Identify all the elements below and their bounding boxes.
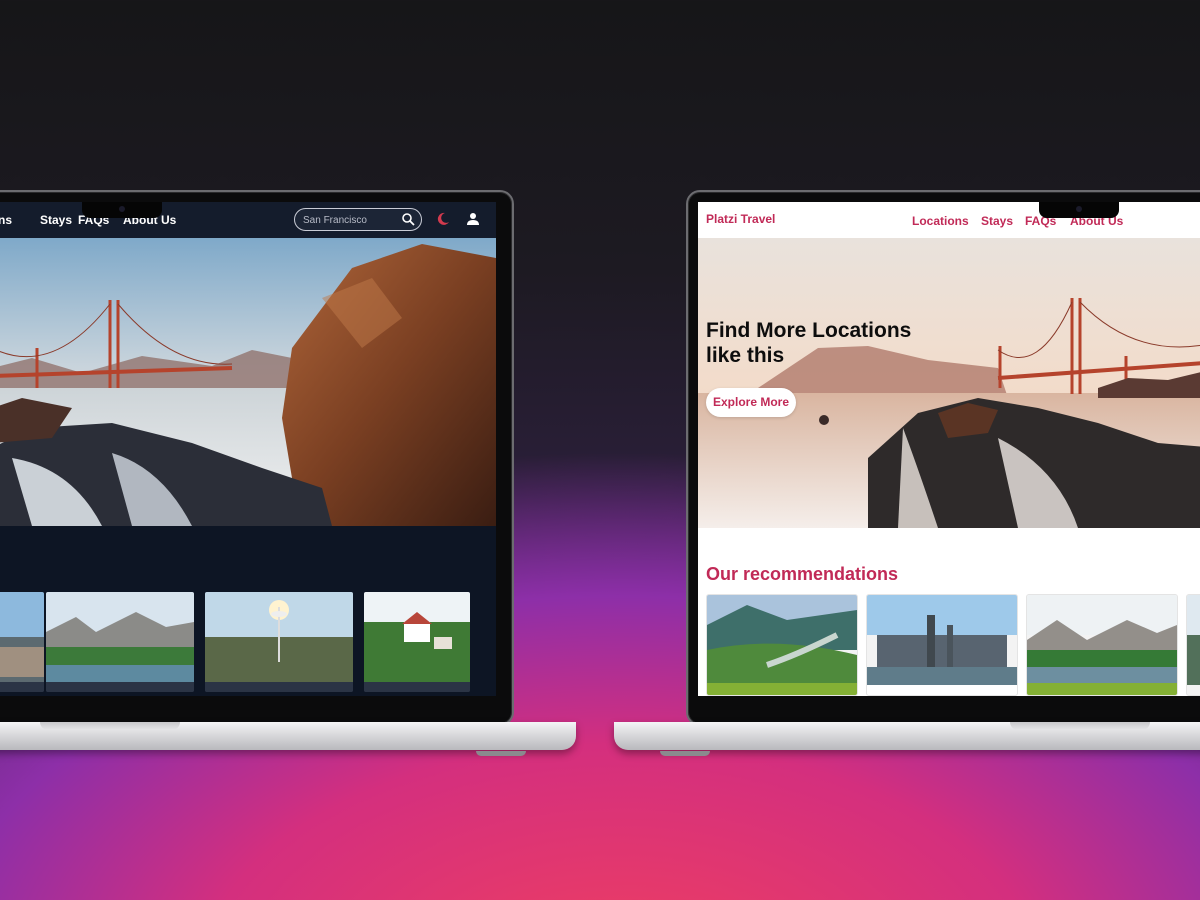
left-laptop-base (0, 722, 576, 756)
brand-logo[interactable]: Platzi Travel (706, 212, 775, 226)
recommendation-cards (706, 594, 1200, 696)
hero-image (698, 238, 1200, 528)
hero-title: Find More Locations like this (706, 318, 966, 368)
card-row (0, 592, 496, 694)
recommendation-card[interactable] (706, 594, 858, 696)
base-groove (40, 722, 180, 730)
right-laptop-base (614, 722, 1200, 756)
right-screen: Platzi Travel Locations Stays FAQs About… (698, 202, 1200, 696)
hero-image (0, 238, 496, 526)
search-input[interactable] (301, 211, 401, 229)
destination-card[interactable] (364, 592, 470, 692)
dark-navbar: ns Stays FAQs About Us (0, 202, 496, 238)
destination-card[interactable] (205, 592, 353, 692)
base-foot (476, 751, 526, 756)
moon-icon[interactable] (436, 212, 450, 226)
hero-section: Find More Locations like this Explore Mo… (698, 238, 1200, 528)
nav-link-locations[interactable]: ns (0, 213, 12, 227)
search-icon[interactable] (401, 212, 415, 226)
left-laptop: ns Stays FAQs About Us (0, 190, 590, 765)
explore-more-button[interactable]: Explore More (706, 388, 796, 417)
camera-notch (82, 202, 162, 218)
recommendations-title: Our recommendations (706, 564, 899, 584)
nav-link-locations[interactable]: Locations (912, 214, 969, 228)
destination-card[interactable] (46, 592, 194, 692)
recommendation-card[interactable] (866, 594, 1018, 696)
left-screen: ns Stays FAQs About Us (0, 202, 496, 696)
right-laptop: Platzi Travel Locations Stays FAQs About… (614, 190, 1200, 765)
hero-title-line-1: Find More Locations (706, 319, 912, 342)
hero-title-line-2: like this (706, 344, 785, 367)
base-groove (1010, 722, 1150, 730)
base-foot (660, 751, 710, 756)
destination-card[interactable] (0, 592, 44, 692)
recommendation-card[interactable] (1186, 594, 1200, 696)
camera-notch (1039, 202, 1119, 218)
search-box[interactable] (294, 208, 422, 231)
user-icon[interactable] (466, 212, 480, 226)
nav-link-stays[interactable]: Stays (40, 213, 72, 227)
recommendation-card[interactable] (1026, 594, 1178, 696)
light-navbar: Platzi Travel Locations Stays FAQs About… (698, 202, 1200, 239)
nav-link-stays[interactable]: Stays (981, 214, 1013, 228)
